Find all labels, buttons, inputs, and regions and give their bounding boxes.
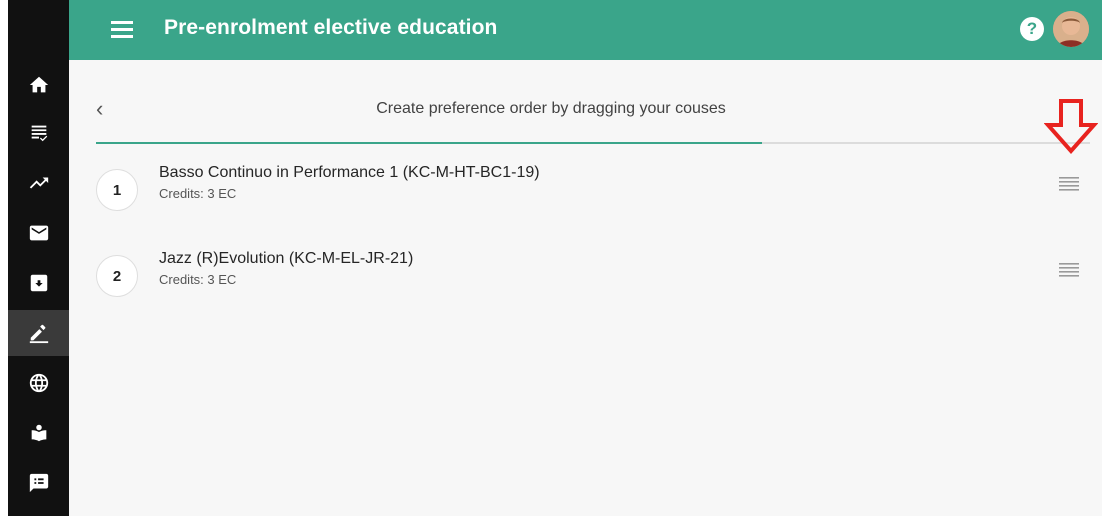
home-icon [29,76,48,93]
course-title: Jazz (R)Evolution (KC-M-EL-JR-21) [159,250,414,267]
mail-icon [29,225,48,241]
sidebar-item-inbox[interactable] [8,260,69,306]
sidebar-item-messages[interactable] [8,210,69,256]
sidebar-item-study[interactable] [8,410,69,456]
hamburger-icon [111,21,133,38]
person-book-icon [31,424,46,442]
page-heading: Create preference order by dragging your… [376,100,726,117]
feedback-icon [29,473,48,493]
trending-up-icon [29,177,48,189]
list-check-icon [31,125,47,142]
sidebar-item-feedback[interactable] [8,460,69,506]
window-frame [0,0,8,516]
drag-handle-icon[interactable] [1058,260,1080,278]
menu-button[interactable] [108,18,136,40]
rank-badge: 1 [96,169,138,211]
help-button[interactable]: ? [1020,17,1044,41]
sidebar-item-enrolment[interactable] [8,310,69,356]
course-credits: Credits: 3 EC [159,272,237,287]
rank-badge: 2 [96,255,138,297]
course-list-item[interactable]: 1 Basso Continuo in Performance 1 (KC-M-… [96,158,1090,218]
course-list-item[interactable]: 2 Jazz (R)Evolution (KC-M-EL-JR-21) Cred… [96,244,1090,304]
progress-fill [96,142,762,144]
help-icon: ? [1026,19,1038,38]
sidebar-item-progress[interactable] [8,160,69,206]
down-arrow-annotation-icon [1044,99,1098,154]
page-title: Pre-enrolment elective education [164,16,498,39]
course-credits: Credits: 3 EC [159,186,237,201]
sidebar-item-international[interactable] [8,360,69,406]
globe-icon [29,373,48,393]
sidebar [8,0,69,516]
inbox-icon [30,274,47,292]
progress-bar [96,142,1090,144]
user-photo-icon [1053,11,1089,47]
course-title: Basso Continuo in Performance 1 (KC-M-HT… [159,164,540,181]
edit-icon [29,324,48,344]
avatar[interactable] [1053,11,1089,47]
drag-handle-icon[interactable] [1058,174,1080,192]
